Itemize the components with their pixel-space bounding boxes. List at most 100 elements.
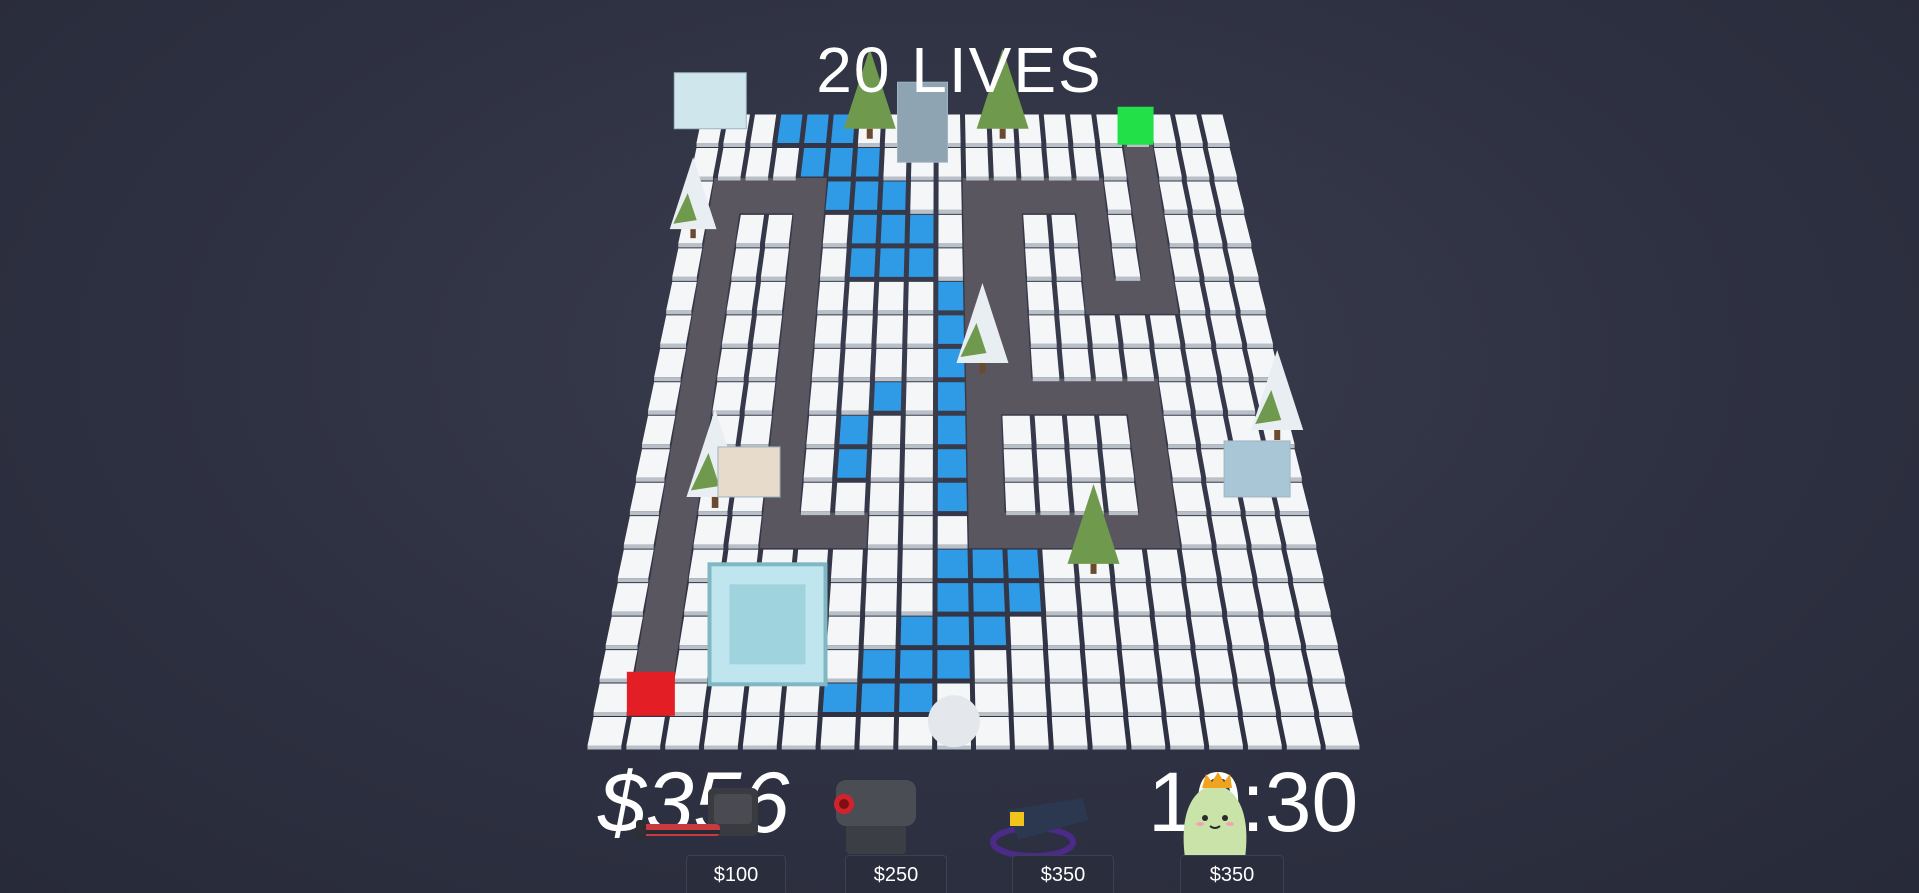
build-tile[interactable]	[814, 315, 843, 344]
build-tile[interactable]	[869, 482, 900, 512]
build-tile[interactable]	[1251, 549, 1288, 579]
build-tile[interactable]	[756, 281, 786, 311]
build-tile[interactable]	[905, 382, 934, 411]
build-tile[interactable]	[870, 449, 901, 478]
build-tile[interactable]	[666, 281, 697, 311]
build-tile[interactable]	[867, 516, 899, 545]
build-tile[interactable]	[745, 147, 773, 177]
build-tile[interactable]	[605, 616, 643, 646]
build-tile[interactable]	[1004, 482, 1036, 512]
build-tile[interactable]	[712, 382, 744, 411]
build-tile[interactable]	[1159, 181, 1188, 210]
build-tile[interactable]	[1195, 650, 1233, 679]
build-tile[interactable]	[1306, 650, 1346, 679]
build-tile[interactable]	[1292, 583, 1331, 612]
build-tile[interactable]	[1221, 583, 1259, 612]
build-tile[interactable]	[708, 683, 745, 713]
build-tile[interactable]	[1092, 348, 1123, 378]
water-tile[interactable]	[938, 281, 964, 311]
build-tile[interactable]	[847, 281, 875, 311]
build-tile[interactable]	[1186, 583, 1223, 612]
build-tile[interactable]	[750, 114, 777, 143]
water-tile[interactable]	[909, 214, 934, 244]
build-tile[interactable]	[1222, 382, 1256, 411]
build-tile[interactable]	[1046, 616, 1080, 646]
build-tile[interactable]	[1030, 348, 1060, 378]
build-tile[interactable]	[1269, 650, 1308, 679]
build-tile[interactable]	[1275, 683, 1315, 713]
build-tile[interactable]	[1009, 616, 1043, 646]
build-tile[interactable]	[908, 281, 934, 311]
build-tile[interactable]	[974, 650, 1008, 679]
build-tile[interactable]	[617, 549, 654, 579]
build-tile[interactable]	[1043, 114, 1069, 143]
build-tile[interactable]	[1044, 583, 1078, 612]
build-tile[interactable]	[1118, 616, 1154, 646]
build-tile[interactable]	[809, 382, 839, 411]
build-tile[interactable]	[800, 482, 833, 512]
build-tile[interactable]	[1242, 717, 1282, 746]
build-tile[interactable]	[863, 616, 897, 646]
build-tile[interactable]	[736, 214, 765, 244]
build-tile[interactable]	[1162, 683, 1200, 713]
build-tile[interactable]	[1146, 549, 1182, 579]
build-tile[interactable]	[806, 415, 837, 445]
build-tile[interactable]	[635, 449, 670, 478]
build-tile[interactable]	[623, 516, 660, 545]
build-tile[interactable]	[1158, 650, 1195, 679]
build-tile[interactable]	[1201, 114, 1230, 143]
ice-cabin[interactable]	[1223, 440, 1291, 498]
build-tile[interactable]	[1174, 281, 1206, 311]
build-tile[interactable]	[1038, 482, 1070, 512]
build-tile[interactable]	[1128, 717, 1166, 746]
build-tile[interactable]	[1154, 348, 1186, 378]
water-tile[interactable]	[937, 449, 967, 478]
build-tile[interactable]	[1163, 415, 1196, 445]
build-tile[interactable]	[693, 516, 728, 545]
build-tile[interactable]	[817, 281, 845, 311]
build-tile[interactable]	[1023, 214, 1050, 244]
build-tile[interactable]	[1054, 248, 1082, 277]
build-tile[interactable]	[905, 415, 933, 445]
build-tile[interactable]	[1104, 181, 1132, 210]
water-tile[interactable]	[937, 583, 969, 612]
build-tile[interactable]	[1013, 717, 1049, 746]
water-tile[interactable]	[973, 616, 1007, 646]
build-tile[interactable]	[1199, 683, 1238, 713]
build-tile[interactable]	[902, 516, 933, 545]
build-tile[interactable]	[1227, 248, 1259, 277]
build-tile[interactable]	[1164, 214, 1194, 244]
build-tile[interactable]	[1286, 549, 1324, 579]
build-tile[interactable]	[907, 315, 934, 344]
build-tile[interactable]	[1027, 281, 1055, 311]
water-tile[interactable]	[899, 650, 933, 679]
build-tile[interactable]	[773, 147, 800, 177]
water-tile[interactable]	[899, 683, 933, 713]
build-tile[interactable]	[866, 549, 898, 579]
buy-cannon-button[interactable]: $250	[845, 855, 947, 893]
build-tile[interactable]	[1198, 248, 1229, 277]
water-tile[interactable]	[873, 382, 902, 411]
build-tile[interactable]	[1211, 516, 1247, 545]
build-tile[interactable]	[752, 315, 783, 344]
build-tile[interactable]	[660, 315, 692, 344]
build-tile[interactable]	[876, 315, 904, 344]
build-tile[interactable]	[1172, 482, 1207, 512]
build-tile[interactable]	[669, 683, 708, 713]
build-tile[interactable]	[902, 549, 933, 579]
game-viewport[interactable]	[0, 0, 1919, 893]
build-tile[interactable]	[1207, 147, 1237, 177]
build-tile[interactable]	[1087, 683, 1124, 713]
build-tile[interactable]	[828, 583, 862, 612]
build-tile[interactable]	[1177, 516, 1212, 545]
build-tile[interactable]	[1070, 114, 1096, 143]
build-tile[interactable]	[1012, 683, 1047, 713]
water-tile[interactable]	[937, 650, 970, 679]
build-tile[interactable]	[1112, 549, 1146, 579]
build-tile[interactable]	[826, 616, 861, 646]
build-tile[interactable]	[1186, 181, 1216, 210]
water-tile[interactable]	[972, 549, 1004, 579]
build-tile[interactable]	[1046, 147, 1072, 177]
build-tile[interactable]	[740, 415, 772, 445]
water-tile[interactable]	[849, 248, 876, 277]
